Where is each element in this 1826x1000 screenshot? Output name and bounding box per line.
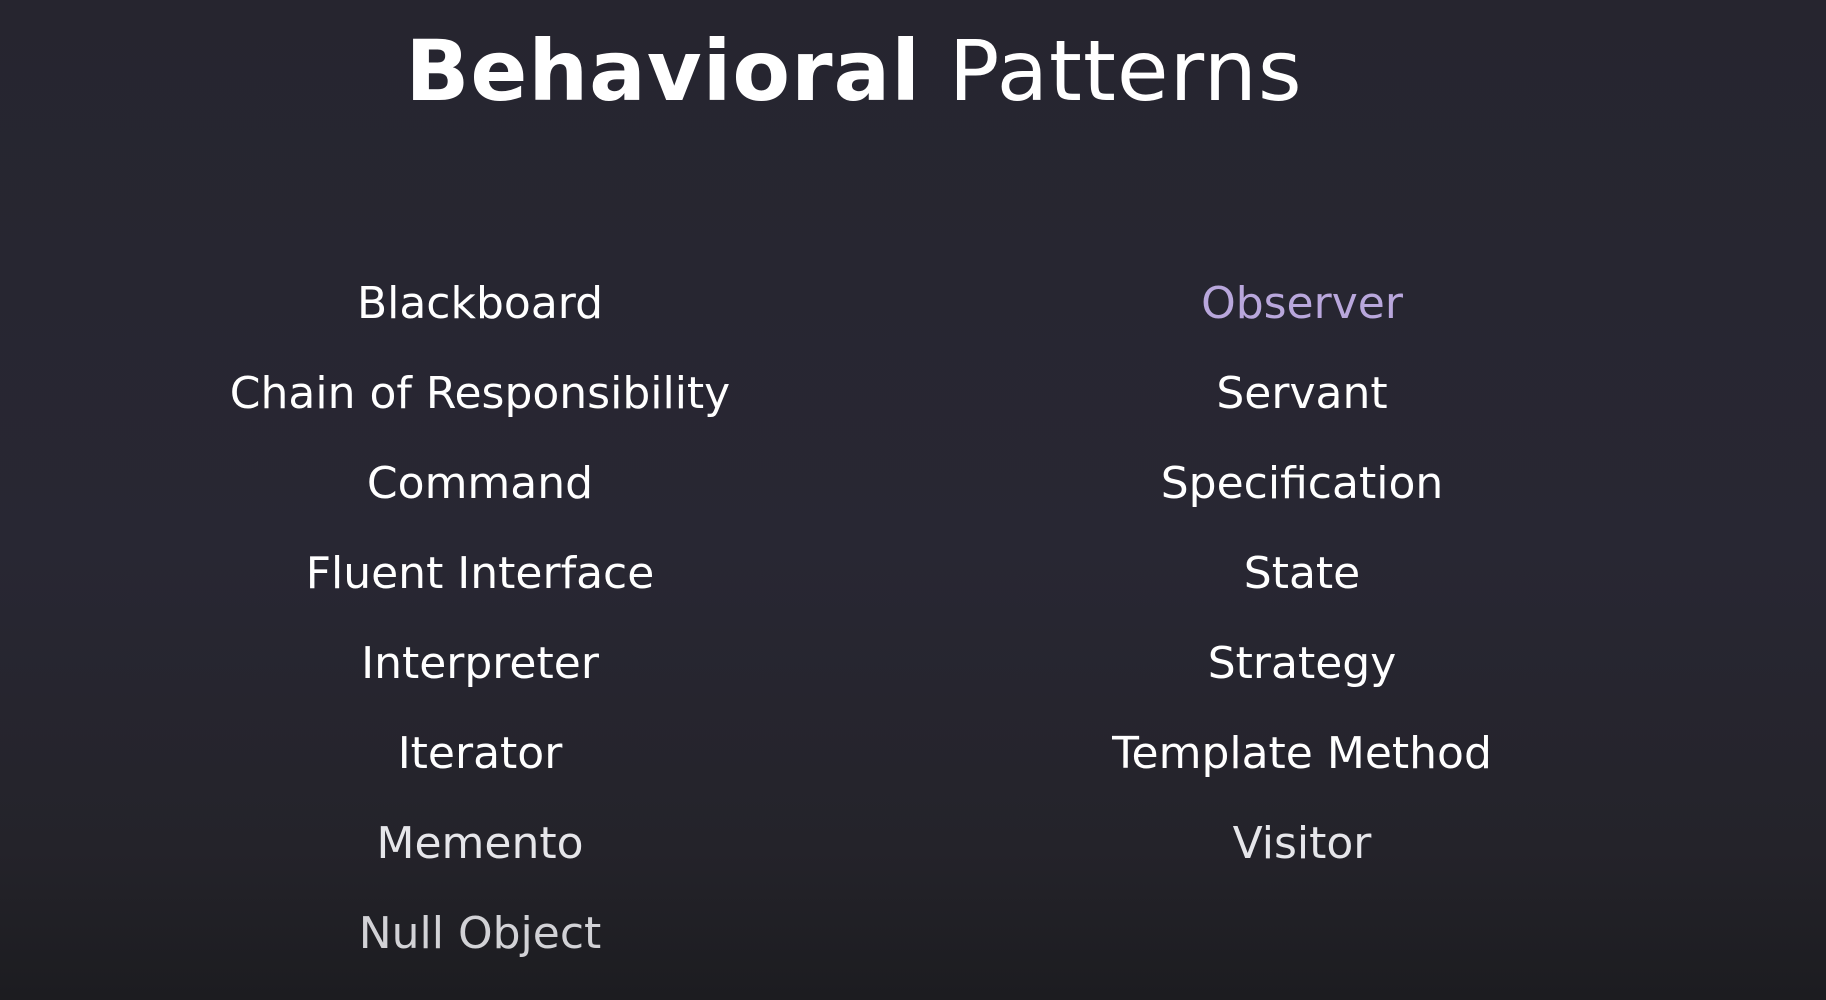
pattern-item-observer: Observer	[1201, 278, 1403, 329]
pattern-item-template-method: Template Method	[1112, 728, 1492, 779]
pattern-item-fluent-interface: Fluent Interface	[305, 548, 655, 599]
pattern-item-command: Command	[366, 458, 594, 509]
pattern-item-blackboard: Blackboard	[356, 278, 604, 329]
pattern-item-chain-of-responsibility: Chain of Responsibility	[229, 368, 731, 419]
pattern-item-interpreter: Interpreter	[361, 638, 599, 689]
pattern-item-memento: Memento	[376, 818, 584, 869]
pattern-item-strategy: Strategy	[1207, 638, 1397, 689]
right-pattern-list: Observer Servant Specification State Str…	[872, 0, 1732, 1000]
pattern-item-iterator: Iterator	[397, 728, 563, 779]
pattern-item-null-object: Null Object	[358, 908, 602, 959]
pattern-item-specification: Specification	[1160, 458, 1444, 509]
pattern-item-visitor: Visitor	[1232, 818, 1372, 869]
pattern-item-state: State	[1243, 548, 1361, 599]
pattern-item-servant: Servant	[1216, 368, 1388, 419]
left-pattern-list: Blackboard Chain of Responsibility Comma…	[50, 0, 910, 1000]
